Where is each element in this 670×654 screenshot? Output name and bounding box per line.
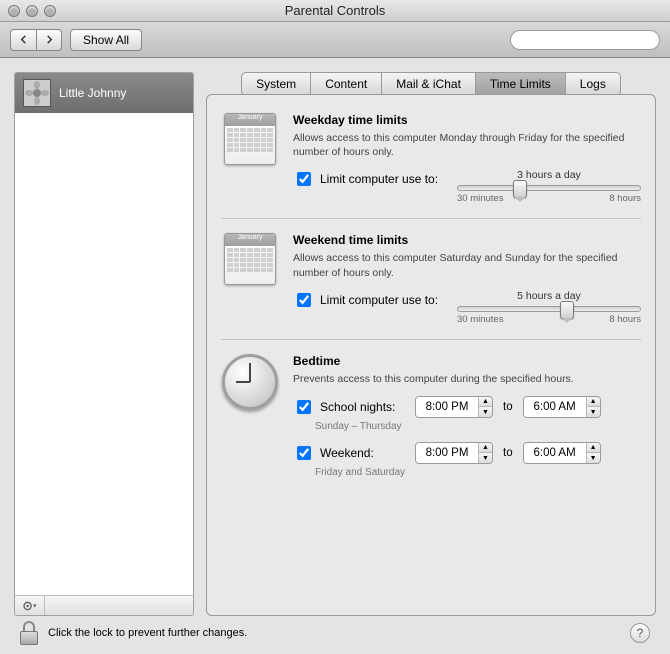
school-nights-input[interactable] [297,400,311,414]
school-from-field[interactable]: ▲▼ [415,396,493,418]
gear-icon [22,600,38,612]
school-nights-checkbox[interactable]: School nights: [293,397,405,417]
calendar-icon: January [224,113,276,165]
weekend-max-label: 8 hours [609,314,641,325]
tab-content[interactable]: Content [311,73,382,95]
weekend-from-input[interactable] [416,443,478,463]
weekday-slider-thumb[interactable] [513,180,527,198]
weekend-section: January Weekend time limits Allows acces… [221,218,641,338]
weekend-slider-thumb[interactable] [560,301,574,319]
weekday-limit-input[interactable] [297,172,311,186]
school-from-stepper[interactable]: ▲▼ [478,397,492,417]
flower-icon [25,81,49,105]
account-name: Little Johnny [59,86,126,100]
school-nights-sub: Sunday – Thursday [315,421,641,432]
main-panel: System Content Mail & iChat Time Limits … [206,72,656,616]
weekday-slider[interactable] [457,185,641,191]
toolbar: Show All [0,22,670,58]
weekend-nights-input[interactable] [297,446,311,460]
weekday-section: January Weekday time limits Allows acces… [221,107,641,218]
weekend-from-field[interactable]: ▲▼ [415,442,493,464]
search-field[interactable] [510,30,660,50]
sidebar-action-menu[interactable] [15,596,45,615]
show-all-button[interactable]: Show All [70,29,142,51]
account-avatar [23,79,51,107]
to-label: to [503,401,513,413]
title-bar: Parental Controls [0,0,670,22]
help-button[interactable]: ? [630,623,650,643]
weekday-limit-checkbox[interactable]: Limit computer use to: [293,169,443,189]
forward-button[interactable] [36,29,62,51]
tab-system[interactable]: System [242,73,311,95]
lock-text: Click the lock to prevent further change… [48,627,247,639]
weekend-to-input[interactable] [524,443,586,463]
lock-button[interactable] [20,621,40,645]
weekend-limit-label: Limit computer use to: [320,293,438,307]
time-limits-panel: January Weekday time limits Allows acces… [206,94,656,616]
weekend-desc: Allows access to this computer Saturday … [293,251,641,279]
window-title: Parental Controls [0,3,670,18]
weekday-max-label: 8 hours [609,193,641,204]
school-from-input[interactable] [416,397,478,417]
clock-icon [222,354,278,410]
weekend-title: Weekend time limits [293,233,641,247]
preferences-window: Parental Controls Show All [0,0,670,654]
weekend-nights-checkbox[interactable]: Weekend: [293,443,405,463]
content-area: Little Johnny System Conten [0,58,670,654]
tab-logs[interactable]: Logs [566,73,620,95]
weekday-min-label: 30 minutes [457,193,503,204]
weekend-value-label: 5 hours a day [457,290,641,302]
weekday-limit-label: Limit computer use to: [320,172,438,186]
bedtime-section: Bedtime Prevents access to this computer… [221,339,641,502]
school-to-stepper[interactable]: ▲▼ [586,397,600,417]
calendar-icon: January [224,233,276,285]
bedtime-desc: Prevents access to this computer during … [293,372,641,386]
accounts-sidebar: Little Johnny [14,72,194,616]
chevron-right-icon [45,35,54,44]
school-to-input[interactable] [524,397,586,417]
account-row[interactable]: Little Johnny [15,73,193,113]
weekend-nights-sub: Friday and Saturday [315,467,641,478]
weekday-desc: Allows access to this computer Monday th… [293,131,641,159]
weekday-title: Weekday time limits [293,113,641,127]
search-input[interactable] [519,33,665,47]
tab-bar: System Content Mail & iChat Time Limits … [241,72,621,96]
weekend-slider[interactable] [457,306,641,312]
window-footer: Click the lock to prevent further change… [14,616,656,650]
weekend-min-label: 30 minutes [457,314,503,325]
back-button[interactable] [10,29,36,51]
weekend-limit-checkbox[interactable]: Limit computer use to: [293,290,443,310]
school-nights-label: School nights: [320,400,395,414]
weekend-nights-label: Weekend: [320,446,374,460]
bedtime-title: Bedtime [293,354,641,368]
weekend-from-stepper[interactable]: ▲▼ [478,443,492,463]
weekday-value-label: 3 hours a day [457,169,641,181]
chevron-left-icon [19,35,28,44]
weekend-to-field[interactable]: ▲▼ [523,442,601,464]
school-to-field[interactable]: ▲▼ [523,396,601,418]
to-label: to [503,447,513,459]
weekend-limit-input[interactable] [297,293,311,307]
tab-mail-ichat[interactable]: Mail & iChat [382,73,476,95]
tab-time-limits[interactable]: Time Limits [476,73,566,95]
weekend-to-stepper[interactable]: ▲▼ [586,443,600,463]
sidebar-footer [15,595,193,615]
